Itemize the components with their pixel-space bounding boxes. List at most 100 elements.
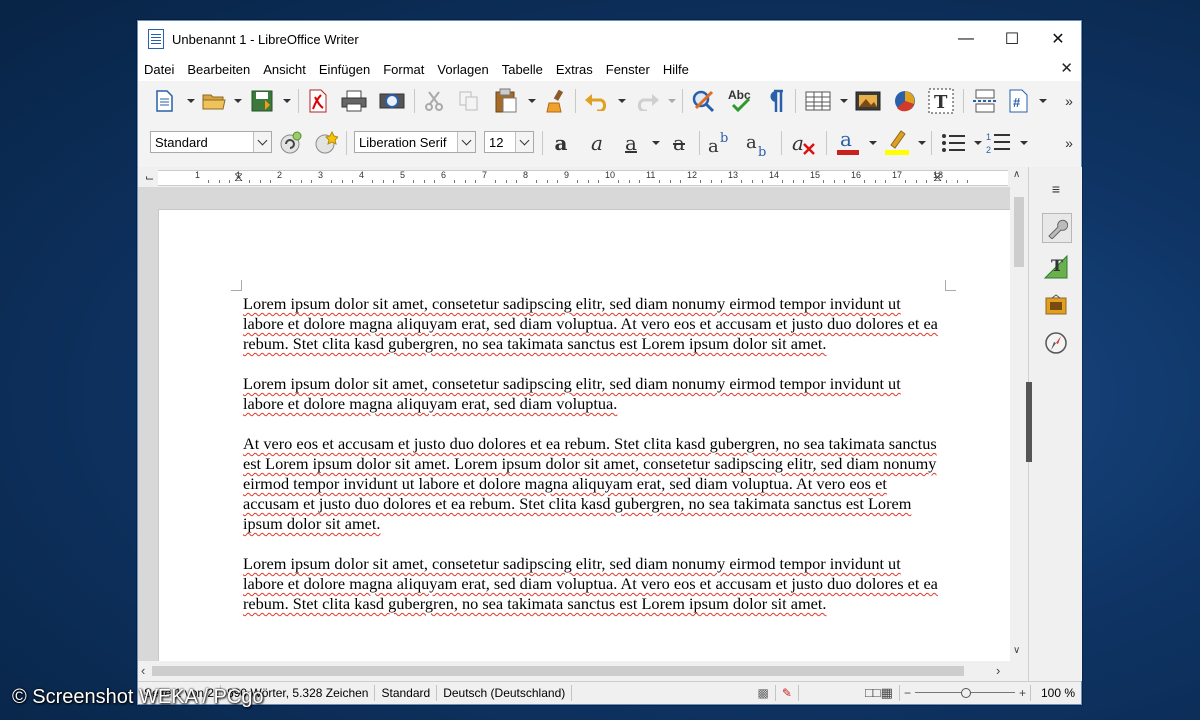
paragraph-style-select[interactable]: Standard (150, 131, 272, 153)
sidebar-collapse-handle[interactable] (1026, 382, 1032, 462)
zoom-out-icon[interactable]: − (900, 686, 915, 700)
menu-format[interactable]: Format (383, 62, 424, 77)
highlight-dropdown-icon[interactable] (918, 141, 926, 145)
menu-datei[interactable]: Datei (144, 62, 174, 77)
properties-icon[interactable] (1042, 213, 1072, 243)
right-indent-marker-icon[interactable]: ⧖ (933, 169, 942, 185)
insert-field-icon[interactable]: # (1007, 88, 1031, 114)
menu-fenster[interactable]: Fenster (606, 62, 650, 77)
zoom-level[interactable]: 100 % (1029, 685, 1081, 701)
indent-marker-icon[interactable]: ⧖ (234, 169, 243, 185)
toolbar-overflow-icon[interactable]: » (1062, 131, 1076, 155)
insert-chart-icon[interactable] (892, 88, 918, 114)
horizontal-scrollbar[interactable]: ‹ › (138, 661, 1010, 681)
view-layout-icon[interactable]: □□▦ (859, 685, 900, 701)
paragraph[interactable]: Lorem ipsum dolor sit amet, consetetur s… (243, 294, 943, 354)
horizontal-scroll-thumb[interactable] (152, 666, 964, 676)
save-icon[interactable] (249, 88, 275, 114)
paragraph[interactable]: Lorem ipsum dolor sit amet, consetetur s… (243, 554, 943, 614)
scroll-right-icon[interactable]: › (996, 663, 1000, 678)
bold-icon[interactable]: a (549, 129, 573, 157)
paragraph[interactable]: Lorem ipsum dolor sit amet, consetetur s… (243, 374, 943, 414)
open-folder-icon[interactable] (202, 89, 228, 113)
menu-ansicht[interactable]: Ansicht (263, 62, 306, 77)
open-dropdown-icon[interactable] (234, 99, 242, 103)
print-preview-icon[interactable] (379, 89, 405, 113)
font-size-select[interactable]: 12 (484, 131, 534, 153)
sidebar-menu-icon[interactable]: ≡ (1042, 175, 1070, 203)
table-dropdown-icon[interactable] (840, 99, 848, 103)
vertical-scroll-thumb[interactable] (1014, 197, 1024, 267)
save-dropdown-icon[interactable] (283, 99, 291, 103)
menu-vorlagen[interactable]: Vorlagen (437, 62, 488, 77)
font-color-icon[interactable]: a (835, 127, 861, 157)
navigator-icon[interactable] (1042, 329, 1070, 357)
numbered-list-icon[interactable]: 12 (986, 130, 1012, 156)
scroll-down-icon[interactable]: ∨ (1013, 645, 1020, 656)
minimize-button[interactable]: — (943, 21, 989, 57)
field-dropdown-icon[interactable] (1039, 99, 1047, 103)
language[interactable]: Deutsch (Deutschland) (437, 685, 573, 701)
chevron-down-icon[interactable] (457, 132, 475, 152)
document-modified-icon[interactable]: ✎ (776, 685, 799, 701)
menu-hilfe[interactable]: Hilfe (663, 62, 689, 77)
zoom-in-icon[interactable]: + (1015, 686, 1030, 700)
paste-dropdown-icon[interactable] (528, 99, 536, 103)
copy-icon[interactable] (458, 89, 480, 113)
ruler-scale[interactable]: 1 1 2 3 4 5 6 7 8 9 10 11 12 13 14 15 16 17 18 (158, 170, 1008, 186)
document-canvas[interactable]: Lorem ipsum dolor sit amet, consetetur s… (138, 187, 1010, 661)
document-text[interactable]: Lorem ipsum dolor sit amet, consetetur s… (243, 294, 943, 634)
menu-extras[interactable]: Extras (556, 62, 593, 77)
close-window-button[interactable]: ✕ (1035, 21, 1081, 57)
menu-einfuegen[interactable]: Einfügen (319, 62, 370, 77)
clone-formatting-icon[interactable] (544, 88, 568, 114)
toolbar-overflow-icon[interactable]: » (1062, 89, 1076, 113)
insert-mode-icon[interactable]: ▩ (752, 685, 776, 701)
insert-image-icon[interactable] (855, 89, 881, 113)
chevron-down-icon[interactable] (515, 132, 533, 152)
new-document-icon[interactable] (154, 89, 174, 113)
undo-dropdown-icon[interactable] (618, 99, 626, 103)
print-icon[interactable] (341, 89, 367, 113)
new-dropdown-icon[interactable] (187, 99, 195, 103)
zoom-slider[interactable] (914, 685, 1015, 701)
bulleted-list-dropdown-icon[interactable] (974, 141, 982, 145)
paste-icon[interactable] (494, 87, 518, 115)
highlight-color-icon[interactable] (883, 127, 911, 157)
scroll-left-icon[interactable]: ‹ (141, 663, 145, 678)
export-pdf-icon[interactable] (306, 88, 330, 114)
close-document-icon[interactable]: ✕ (1060, 59, 1073, 77)
insert-page-break-icon[interactable] (972, 88, 998, 114)
paragraph[interactable]: At vero eos et accusam et justo duo dolo… (243, 434, 943, 534)
maximize-button[interactable]: ☐ (989, 21, 1035, 57)
find-replace-icon[interactable] (691, 88, 717, 114)
strikethrough-icon[interactable]: a (667, 129, 691, 157)
menu-tabelle[interactable]: Tabelle (502, 62, 543, 77)
insert-table-icon[interactable] (805, 89, 831, 113)
document-page[interactable]: Lorem ipsum dolor sit amet, consetetur s… (158, 209, 1010, 661)
subscript-icon[interactable]: ab (745, 129, 773, 157)
spelling-icon[interactable]: Abc (727, 86, 755, 116)
italic-icon[interactable]: a (585, 129, 609, 157)
update-style-icon[interactable] (279, 131, 303, 155)
menu-bearbeiten[interactable]: Bearbeiten (187, 62, 250, 77)
chevron-down-icon[interactable] (253, 132, 271, 152)
insert-text-box-icon[interactable]: T (927, 87, 955, 115)
redo-icon[interactable] (634, 89, 660, 113)
scroll-up-icon[interactable]: ∧ (1013, 169, 1020, 180)
cut-icon[interactable] (423, 89, 445, 113)
formatting-marks-icon[interactable] (764, 88, 786, 114)
new-style-icon[interactable] (314, 131, 338, 155)
font-color-dropdown-icon[interactable] (869, 141, 877, 145)
undo-icon[interactable] (584, 89, 610, 113)
bulleted-list-icon[interactable] (941, 130, 967, 156)
font-name-select[interactable]: Liberation Serif (354, 131, 476, 153)
underline-icon[interactable]: a (619, 129, 643, 157)
clear-formatting-icon[interactable]: a (790, 129, 818, 157)
zoom-slider-thumb[interactable] (960, 688, 971, 698)
page-style[interactable]: Standard (375, 685, 438, 701)
redo-dropdown-icon[interactable] (668, 99, 676, 103)
superscript-icon[interactable]: ab (707, 129, 735, 157)
tab-stop-selector[interactable]: ⌙ (145, 171, 154, 184)
numbered-list-dropdown-icon[interactable] (1020, 141, 1028, 145)
